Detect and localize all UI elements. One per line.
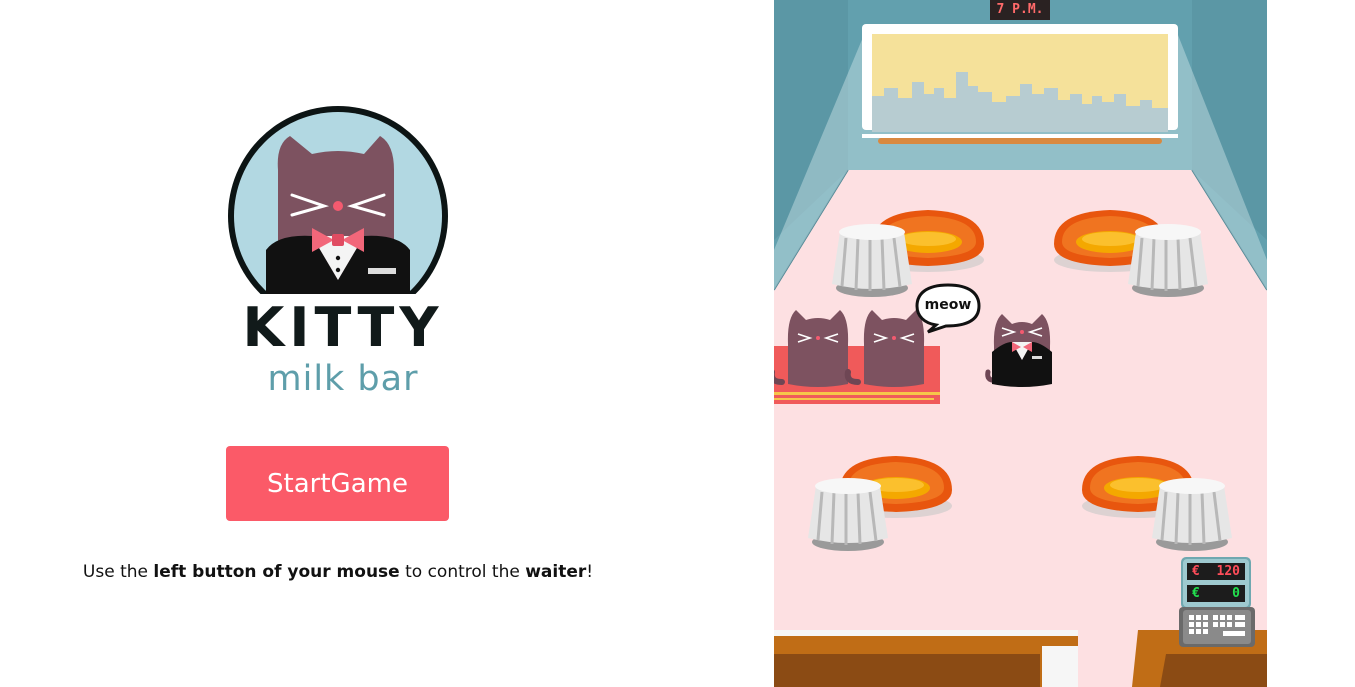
register-total-value: 120 [1216,564,1240,579]
instructions-waiter-emphasis: waiter [525,562,587,582]
speech-bubble: meow [914,282,982,334]
cat-waiter-logo-icon [208,106,478,326]
instructions-middle: to control the [399,562,526,582]
instructions-mouse-emphasis: left button of your mouse [153,562,400,582]
logo-title: KITTY [242,296,444,359]
cash-register: € 120 € 0 [1179,557,1255,652]
time-of-day-display: 7 P.M. [990,0,1050,20]
currency-symbol: € [1192,564,1200,579]
currency-symbol: € [1192,586,1200,601]
instructions-prefix: Use the [82,562,154,582]
menu-panel: KITTY milk bar StartGame Use the left bu… [0,0,774,687]
register-tips-display: € 0 [1187,585,1245,602]
game-canvas[interactable]: 7 P.M. meow € 120 € 0 [774,0,1267,687]
register-tips-value: 0 [1232,586,1240,601]
register-total-display: € 120 [1187,563,1245,580]
start-game-button[interactable]: StartGame [226,446,449,521]
instructions-text: Use the left button of your mouse to con… [40,560,636,584]
instructions-suffix: ! [586,562,594,582]
speech-text: meow [924,297,972,313]
kitty-milk-bar-logo: KITTY milk bar [208,100,478,405]
waiter-cat-icon [985,314,1052,387]
logo-subtitle: milk bar [267,359,419,399]
